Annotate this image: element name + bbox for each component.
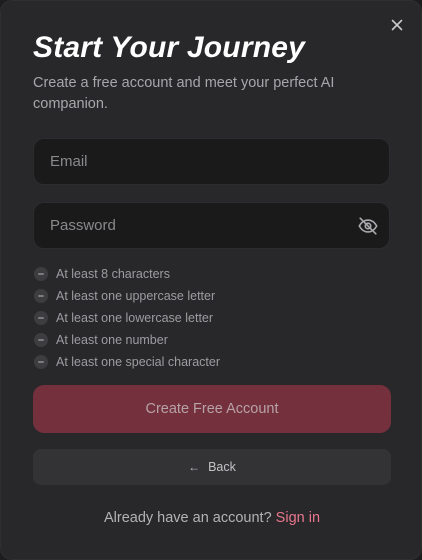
requirement-pending-icon: [34, 333, 48, 347]
password-input[interactable]: [34, 203, 389, 248]
modal-subtitle: Create a free account and meet your perf…: [33, 75, 335, 112]
signup-modal: Start Your Journey Create a free account…: [0, 0, 422, 560]
signin-prompt-text: Already have an account?: [103, 510, 276, 526]
requirement-pending-icon: [34, 355, 48, 369]
requirement-item: At least one number: [34, 329, 220, 351]
password-field-container: [33, 202, 390, 249]
email-input[interactable]: [34, 139, 389, 184]
requirement-label: At least one number: [56, 333, 168, 347]
requirement-label: At least 8 characters: [56, 267, 170, 281]
requirement-item: At least one special character: [34, 351, 220, 373]
eye-off-icon: [358, 217, 378, 235]
requirement-item: At least one lowercase letter: [34, 307, 220, 329]
requirement-pending-icon: [34, 311, 48, 325]
back-label: Back: [208, 460, 236, 474]
requirement-item: At least one uppercase letter: [34, 285, 220, 307]
email-field-container: [33, 138, 390, 185]
requirement-pending-icon: [34, 267, 48, 281]
requirement-label: At least one uppercase letter: [56, 289, 216, 303]
requirement-item: At least 8 characters: [34, 263, 220, 285]
create-account-button[interactable]: Create Free Account: [33, 385, 391, 433]
close-button[interactable]: [387, 15, 407, 35]
modal-title: Start Your Journey: [33, 31, 306, 64]
requirement-label: At least one lowercase letter: [56, 311, 214, 325]
signin-prompt: Already have an account? Sign in: [1, 510, 422, 526]
requirement-pending-icon: [34, 289, 48, 303]
requirement-label: At least one special character: [56, 355, 220, 369]
password-visibility-toggle[interactable]: [357, 215, 379, 237]
signin-link[interactable]: Sign in: [276, 510, 320, 526]
arrow-left-icon: ←: [188, 460, 201, 474]
close-icon: [391, 19, 403, 31]
password-requirements: At least 8 characters At least one upper…: [34, 263, 220, 373]
back-button[interactable]: ← Back: [33, 449, 391, 485]
